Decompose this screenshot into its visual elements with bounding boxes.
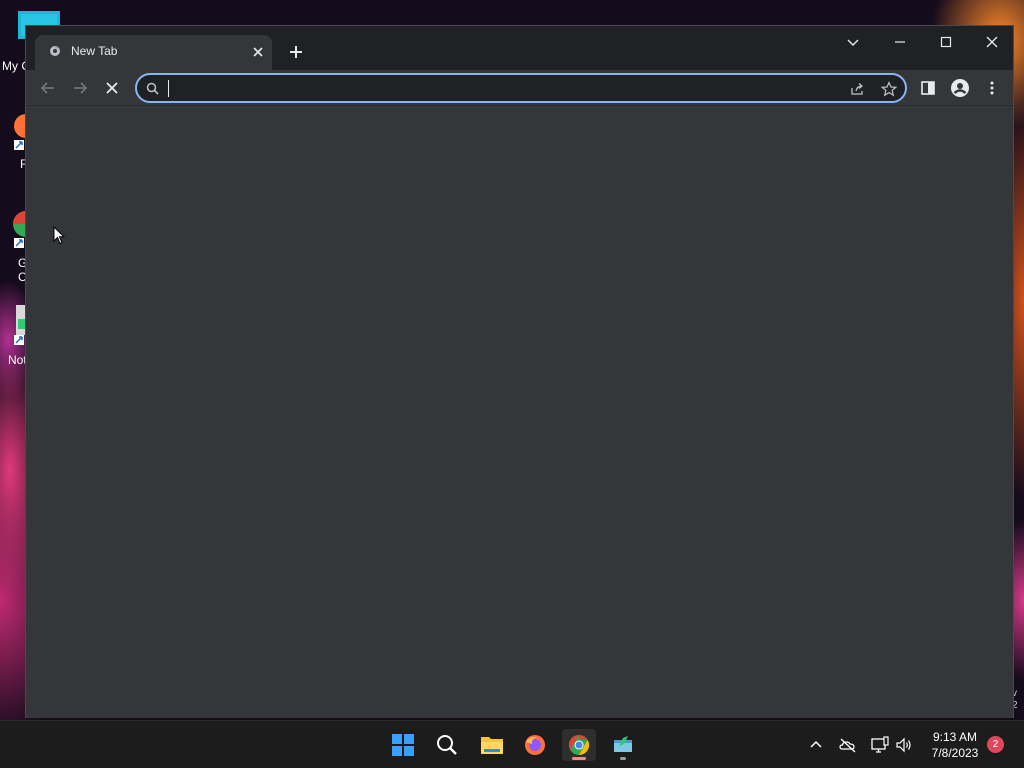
chrome-icon <box>568 734 590 756</box>
browser-toolbar <box>26 70 1013 106</box>
running-indicator <box>572 757 586 760</box>
system-clock[interactable]: 9:13 AM 7/8/2023 <box>920 729 990 761</box>
mouse-pointer-icon <box>53 226 65 245</box>
side-panel-icon[interactable] <box>918 78 938 98</box>
desktop-icon-label: Not <box>8 353 27 367</box>
firefox-shortcut-icon <box>14 114 38 150</box>
kebab-menu-icon[interactable] <box>982 78 1002 98</box>
notepad-app-button[interactable] <box>606 729 640 761</box>
search-button[interactable] <box>430 729 464 761</box>
taskbar-search-icon <box>437 735 457 755</box>
close-window-icon[interactable] <box>980 32 1004 52</box>
bookmark-star-icon[interactable] <box>881 81 897 97</box>
chrome-button[interactable] <box>562 729 596 761</box>
onedrive-offline-icon[interactable] <box>838 735 858 755</box>
new-tab-plus-icon[interactable] <box>286 42 306 62</box>
text-cursor <box>168 80 169 97</box>
running-indicator <box>620 757 626 760</box>
clock-time: 9:13 AM <box>932 730 978 744</box>
minimize-icon[interactable] <box>888 32 912 52</box>
firefox-button[interactable] <box>518 729 552 761</box>
address-bar[interactable] <box>135 73 907 103</box>
tab-new-tab[interactable]: New Tab <box>35 35 272 70</box>
chrome-favicon-icon <box>50 46 60 56</box>
start-button[interactable] <box>386 729 420 761</box>
stop-loading-icon[interactable] <box>102 78 122 98</box>
desktop-icon-google-chrome[interactable] <box>12 208 39 255</box>
notepad-app-icon <box>614 736 632 752</box>
share-icon[interactable] <box>849 81 865 97</box>
taskbar: 9:13 AM 7/8/2023 <box>0 720 1024 768</box>
file-explorer-icon <box>481 737 503 754</box>
windows-start-icon <box>392 734 414 756</box>
firefox-icon <box>525 735 545 755</box>
back-arrow-icon[interactable] <box>38 78 58 98</box>
show-hidden-icons-chevron-up-icon[interactable] <box>806 735 826 755</box>
file-explorer-button[interactable] <box>474 729 508 761</box>
profile-avatar-icon[interactable] <box>950 78 970 98</box>
title-bar[interactable]: New Tab <box>26 26 1013 70</box>
chrome-shortcut-icon <box>13 211 39 248</box>
tab-search-chevron-down-icon[interactable] <box>841 32 865 52</box>
address-input[interactable] <box>167 78 827 98</box>
search-icon <box>146 82 159 95</box>
tab-title: New Tab <box>71 44 118 58</box>
close-tab-icon[interactable] <box>250 44 266 60</box>
volume-icon[interactable] <box>894 735 914 755</box>
maximize-icon[interactable] <box>934 32 958 52</box>
notification-badge[interactable]: 2 <box>987 736 1004 753</box>
browser-window[interactable]: New Tab <box>25 25 1014 718</box>
clock-date: 7/8/2023 <box>931 746 979 760</box>
page-content[interactable] <box>26 106 1013 718</box>
forward-arrow-icon[interactable] <box>70 78 90 98</box>
network-icon[interactable] <box>870 735 890 755</box>
desktop-icon-firefox[interactable] <box>12 112 38 153</box>
